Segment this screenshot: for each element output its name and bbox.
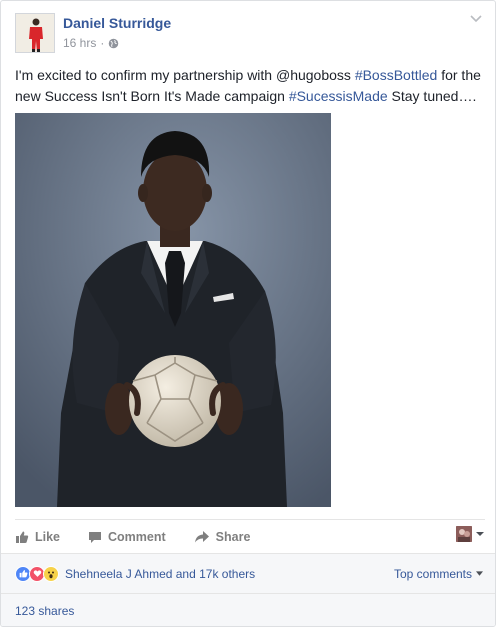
share-label: Share <box>215 529 251 544</box>
viewer-photo-icon <box>456 526 472 542</box>
caret-down-icon <box>476 571 483 576</box>
post-meta: 16 hrs · <box>63 36 119 50</box>
shares-count[interactable]: 123 shares <box>15 604 74 618</box>
avatar-figure-icon <box>16 14 54 52</box>
like-label: Like <box>35 529 61 544</box>
post-timestamp[interactable]: 16 hrs <box>63 36 96 50</box>
caret-down-icon <box>476 532 484 536</box>
hashtag-bossbottled[interactable]: #BossBottled <box>355 67 438 83</box>
post-text-part-3: Stay tuned…. <box>387 88 477 104</box>
man-in-suit-holding-football-image <box>15 113 331 507</box>
top-comments-label: Top comments <box>393 566 472 581</box>
share-button[interactable]: Share <box>194 528 251 544</box>
share-arrow-icon <box>194 530 209 542</box>
post-card: Daniel Sturridge 16 hrs · I'm excited to… <box>0 0 496 627</box>
like-button[interactable]: Like <box>15 528 60 544</box>
viewer-avatar <box>456 526 472 542</box>
reactions-bar: Shehneela J Ahmed and 17k others Top com… <box>1 553 495 593</box>
post-options-chevron-icon[interactable] <box>469 13 483 25</box>
globe-icon[interactable] <box>108 38 119 49</box>
comment-button[interactable]: Comment <box>88 528 166 544</box>
post-text: I'm excited to confirm my partnership wi… <box>15 65 485 107</box>
post-text-part-1: I'm excited to confirm my partnership wi… <box>15 67 355 83</box>
meta-separator: · <box>100 36 105 50</box>
reactions-summary[interactable]: Shehneela J Ahmed and 17k others <box>65 567 255 581</box>
audience-selector[interactable] <box>456 526 485 542</box>
post-header: Daniel Sturridge 16 hrs · <box>1 1 495 61</box>
reaction-icons[interactable] <box>15 565 59 582</box>
post-photo[interactable] <box>15 113 331 507</box>
action-bar: Like Comment Share <box>15 519 485 551</box>
hashtag-sucessismade[interactable]: #SucessisMade <box>289 88 388 104</box>
comment-bubble-icon <box>89 531 102 543</box>
author-name[interactable]: Daniel Sturridge <box>63 15 171 31</box>
comment-label: Comment <box>108 529 166 544</box>
wow-reaction-icon <box>43 565 59 582</box>
author-avatar[interactable] <box>15 13 55 53</box>
thumbs-up-icon <box>16 531 29 543</box>
top-comments-dropdown[interactable]: Top comments <box>394 567 483 581</box>
shares-bar: 123 shares <box>1 593 495 626</box>
